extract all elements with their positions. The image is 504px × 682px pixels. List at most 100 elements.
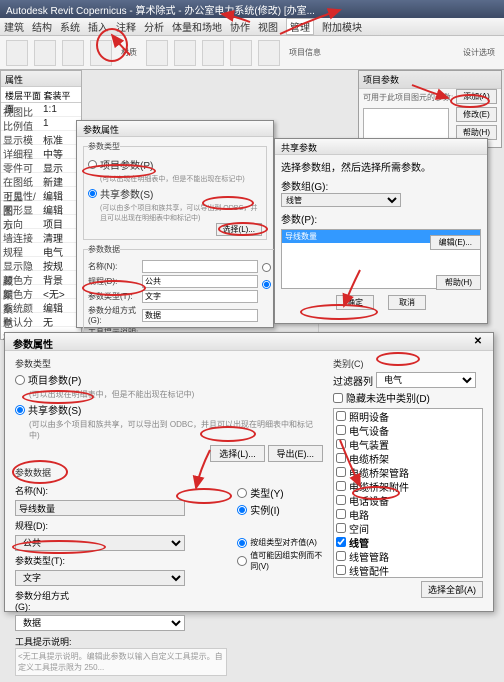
category-item[interactable]: 空间 — [334, 521, 482, 535]
property-row[interactable]: 视图比1:1 — [1, 103, 81, 117]
property-row[interactable]: 默认分析无 — [1, 313, 81, 327]
category-checkbox[interactable] — [336, 523, 346, 533]
cancel-button[interactable]: 取消 — [388, 295, 426, 310]
menu-item[interactable]: 视图 — [258, 19, 278, 34]
project-param-radio[interactable] — [15, 375, 25, 385]
category-item[interactable]: 线管 — [334, 535, 482, 549]
category-checkbox[interactable] — [336, 537, 346, 547]
category-checkbox[interactable] — [336, 453, 346, 463]
param-type-input[interactable] — [142, 290, 258, 303]
category-checkbox[interactable] — [336, 565, 346, 575]
vary-by-instance-radio[interactable] — [237, 556, 247, 566]
shared-param-radio[interactable] — [15, 405, 25, 415]
property-row[interactable]: 零件可显示 — [1, 159, 81, 173]
category-checkbox[interactable] — [336, 411, 346, 421]
category-item[interactable]: 电缆桥架管路 — [334, 465, 482, 479]
category-checkbox[interactable] — [336, 467, 346, 477]
select-button[interactable]: 选择(L)... — [216, 223, 262, 236]
hide-unchecked-checkbox[interactable] — [333, 393, 343, 403]
ribbon-button[interactable] — [62, 40, 84, 66]
property-row[interactable]: 颜色方案<无> — [1, 285, 81, 299]
category-item[interactable]: 组成部分 — [334, 577, 482, 578]
type-radio[interactable] — [237, 488, 247, 498]
prop-val: 编辑 — [41, 201, 81, 214]
edit-button[interactable]: 编辑(E)... — [430, 235, 481, 250]
select-button[interactable]: 选择(L)... — [210, 445, 265, 462]
help-button[interactable]: 帮助(H) — [436, 275, 481, 290]
menu-item[interactable]: 体量和场地 — [172, 19, 222, 34]
ribbon-button[interactable] — [6, 40, 28, 66]
property-row[interactable]: 墙连接清理 — [1, 229, 81, 243]
menu-item[interactable]: 插入 — [88, 19, 108, 34]
category-checkbox[interactable] — [336, 439, 346, 449]
category-checkbox[interactable] — [336, 481, 346, 491]
ribbon-group-label: 材质 — [118, 47, 140, 58]
ribbon-button[interactable] — [90, 40, 112, 66]
instance-radio[interactable] — [237, 505, 247, 515]
property-row[interactable]: 可见性/图编辑 — [1, 187, 81, 201]
project-param-label: 项目参数(P) — [28, 372, 81, 387]
properties-type[interactable]: 楼层平面 套装平面 — [1, 87, 81, 103]
menu-item[interactable]: 分析 — [144, 19, 164, 34]
type-radio[interactable] — [262, 263, 271, 272]
close-icon[interactable]: ✕ — [471, 336, 485, 347]
category-item[interactable]: 线管管路 — [334, 549, 482, 563]
select-all-button[interactable]: 选择全部(A) — [421, 581, 483, 598]
property-row[interactable]: 显示隐藏按规 — [1, 257, 81, 271]
ribbon-button[interactable] — [146, 40, 168, 66]
align-by-group-radio[interactable] — [237, 538, 247, 548]
property-row[interactable]: 比例值1 — [1, 117, 81, 131]
param-label: 参数(P): — [281, 211, 481, 226]
category-item[interactable]: 照明设备 — [334, 409, 482, 423]
category-checkbox[interactable] — [336, 509, 346, 519]
property-row[interactable]: 系统颜色编辑 — [1, 299, 81, 313]
instance-radio[interactable] — [262, 280, 271, 289]
ribbon-button[interactable] — [174, 40, 196, 66]
property-row[interactable]: 方向项目 — [1, 215, 81, 229]
name-input[interactable] — [15, 500, 185, 516]
category-item[interactable]: 电缆桥架 — [334, 451, 482, 465]
menu-item[interactable]: 建筑 — [4, 19, 24, 34]
menu-item[interactable]: 结构 — [32, 19, 52, 34]
add-button[interactable]: 添加(A) — [456, 89, 497, 104]
ribbon-button[interactable] — [258, 40, 280, 66]
property-row[interactable]: 在图纸上显新建 — [1, 173, 81, 187]
property-row[interactable]: 图形显示编辑 — [1, 201, 81, 215]
group-input[interactable] — [142, 309, 258, 322]
ribbon-button[interactable] — [202, 40, 224, 66]
category-list[interactable]: 照明设备电气设备电气装置电缆桥架电缆桥架管路电缆桥架附件电话设备电路空间线管线管… — [333, 408, 483, 578]
category-item[interactable]: 线管配件 — [334, 563, 482, 577]
category-item[interactable]: 电话设备 — [334, 493, 482, 507]
edit-button[interactable]: 修改(E) — [456, 107, 497, 122]
category-item[interactable]: 电气装置 — [334, 437, 482, 451]
filter-select[interactable]: 电气 — [376, 372, 476, 388]
export-button[interactable]: 导出(E)... — [268, 445, 324, 462]
discipline-select[interactable]: 公共 — [15, 535, 185, 551]
menu-item[interactable]: 协作 — [230, 19, 250, 34]
param-type-select[interactable]: 文字 — [15, 570, 185, 586]
param-group-select[interactable]: 线管 — [281, 193, 401, 207]
ribbon-button[interactable] — [34, 40, 56, 66]
ok-button[interactable]: 确定 — [336, 295, 374, 310]
category-checkbox[interactable] — [336, 495, 346, 505]
category-item[interactable]: 电路 — [334, 507, 482, 521]
name-input[interactable] — [142, 260, 258, 273]
group-select[interactable]: 数据 — [15, 615, 185, 631]
shared-param-radio[interactable] — [88, 189, 97, 198]
discipline-input[interactable] — [142, 275, 258, 288]
menu-item[interactable]: 管理 — [286, 18, 314, 35]
property-row[interactable]: 规程电气 — [1, 243, 81, 257]
category-checkbox[interactable] — [336, 425, 346, 435]
project-param-radio[interactable] — [88, 160, 97, 169]
menu-item[interactable]: 注释 — [116, 19, 136, 34]
category-item[interactable]: 电缆桥架附件 — [334, 479, 482, 493]
property-row[interactable]: 显示模标准 — [1, 131, 81, 145]
menu-item[interactable]: 附加模块 — [322, 19, 362, 34]
category-item[interactable]: 电气设备 — [334, 423, 482, 437]
property-row[interactable]: 颜色方案背景 — [1, 271, 81, 285]
category-checkbox[interactable] — [336, 551, 346, 561]
ribbon-button[interactable] — [230, 40, 252, 66]
property-row[interactable]: 详细程中等 — [1, 145, 81, 159]
menu-item[interactable]: 系统 — [60, 19, 80, 34]
ribbon-group-label: 项目信息 — [286, 47, 324, 58]
